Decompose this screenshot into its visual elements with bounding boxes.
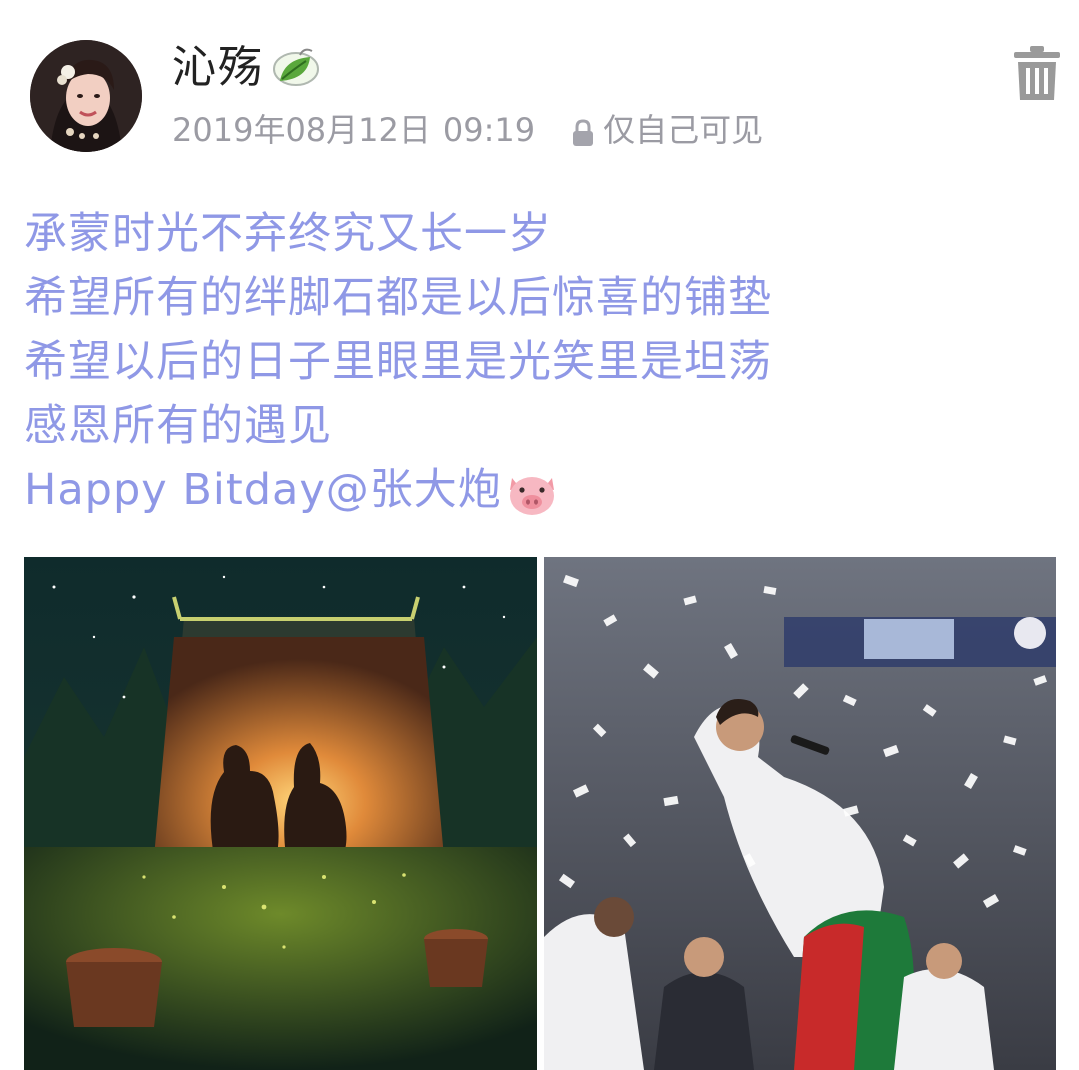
post-meta: 2019年08月12日 09:19 仅自己可见	[172, 108, 763, 152]
post-image-2[interactable]	[544, 557, 1056, 1070]
author-name-text: 沁殇	[172, 42, 264, 93]
post-line-last: Happy Bitday@张大炮	[24, 458, 772, 522]
post-content: 承蒙时光不弃终究又长一岁 希望所有的绊脚石都是以后惊喜的铺垫 希望以后的日子里眼…	[24, 202, 772, 522]
author-name[interactable]: 沁殇	[172, 38, 322, 98]
post-line: 希望所有的绊脚石都是以后惊喜的铺垫	[24, 273, 772, 323]
avatar[interactable]	[30, 40, 142, 152]
post-line-text: Happy Bitday@张大炮	[24, 465, 502, 515]
post-date: 2019年08月12日	[172, 111, 431, 149]
post-line: 希望以后的日子里眼里是光笑里是坦荡	[24, 337, 772, 387]
post-line: 感恩所有的遇见	[24, 401, 332, 451]
privacy-label: 仅自己可见	[603, 111, 764, 149]
trash-icon[interactable]	[1012, 44, 1062, 102]
pig-face-icon	[504, 468, 560, 518]
leaf-icon	[270, 45, 322, 91]
post-image-1[interactable]	[24, 557, 537, 1070]
lock-icon	[569, 115, 597, 146]
post-line: 承蒙时光不弃终究又长一岁	[24, 209, 552, 259]
post-time: 09:19	[442, 111, 536, 149]
